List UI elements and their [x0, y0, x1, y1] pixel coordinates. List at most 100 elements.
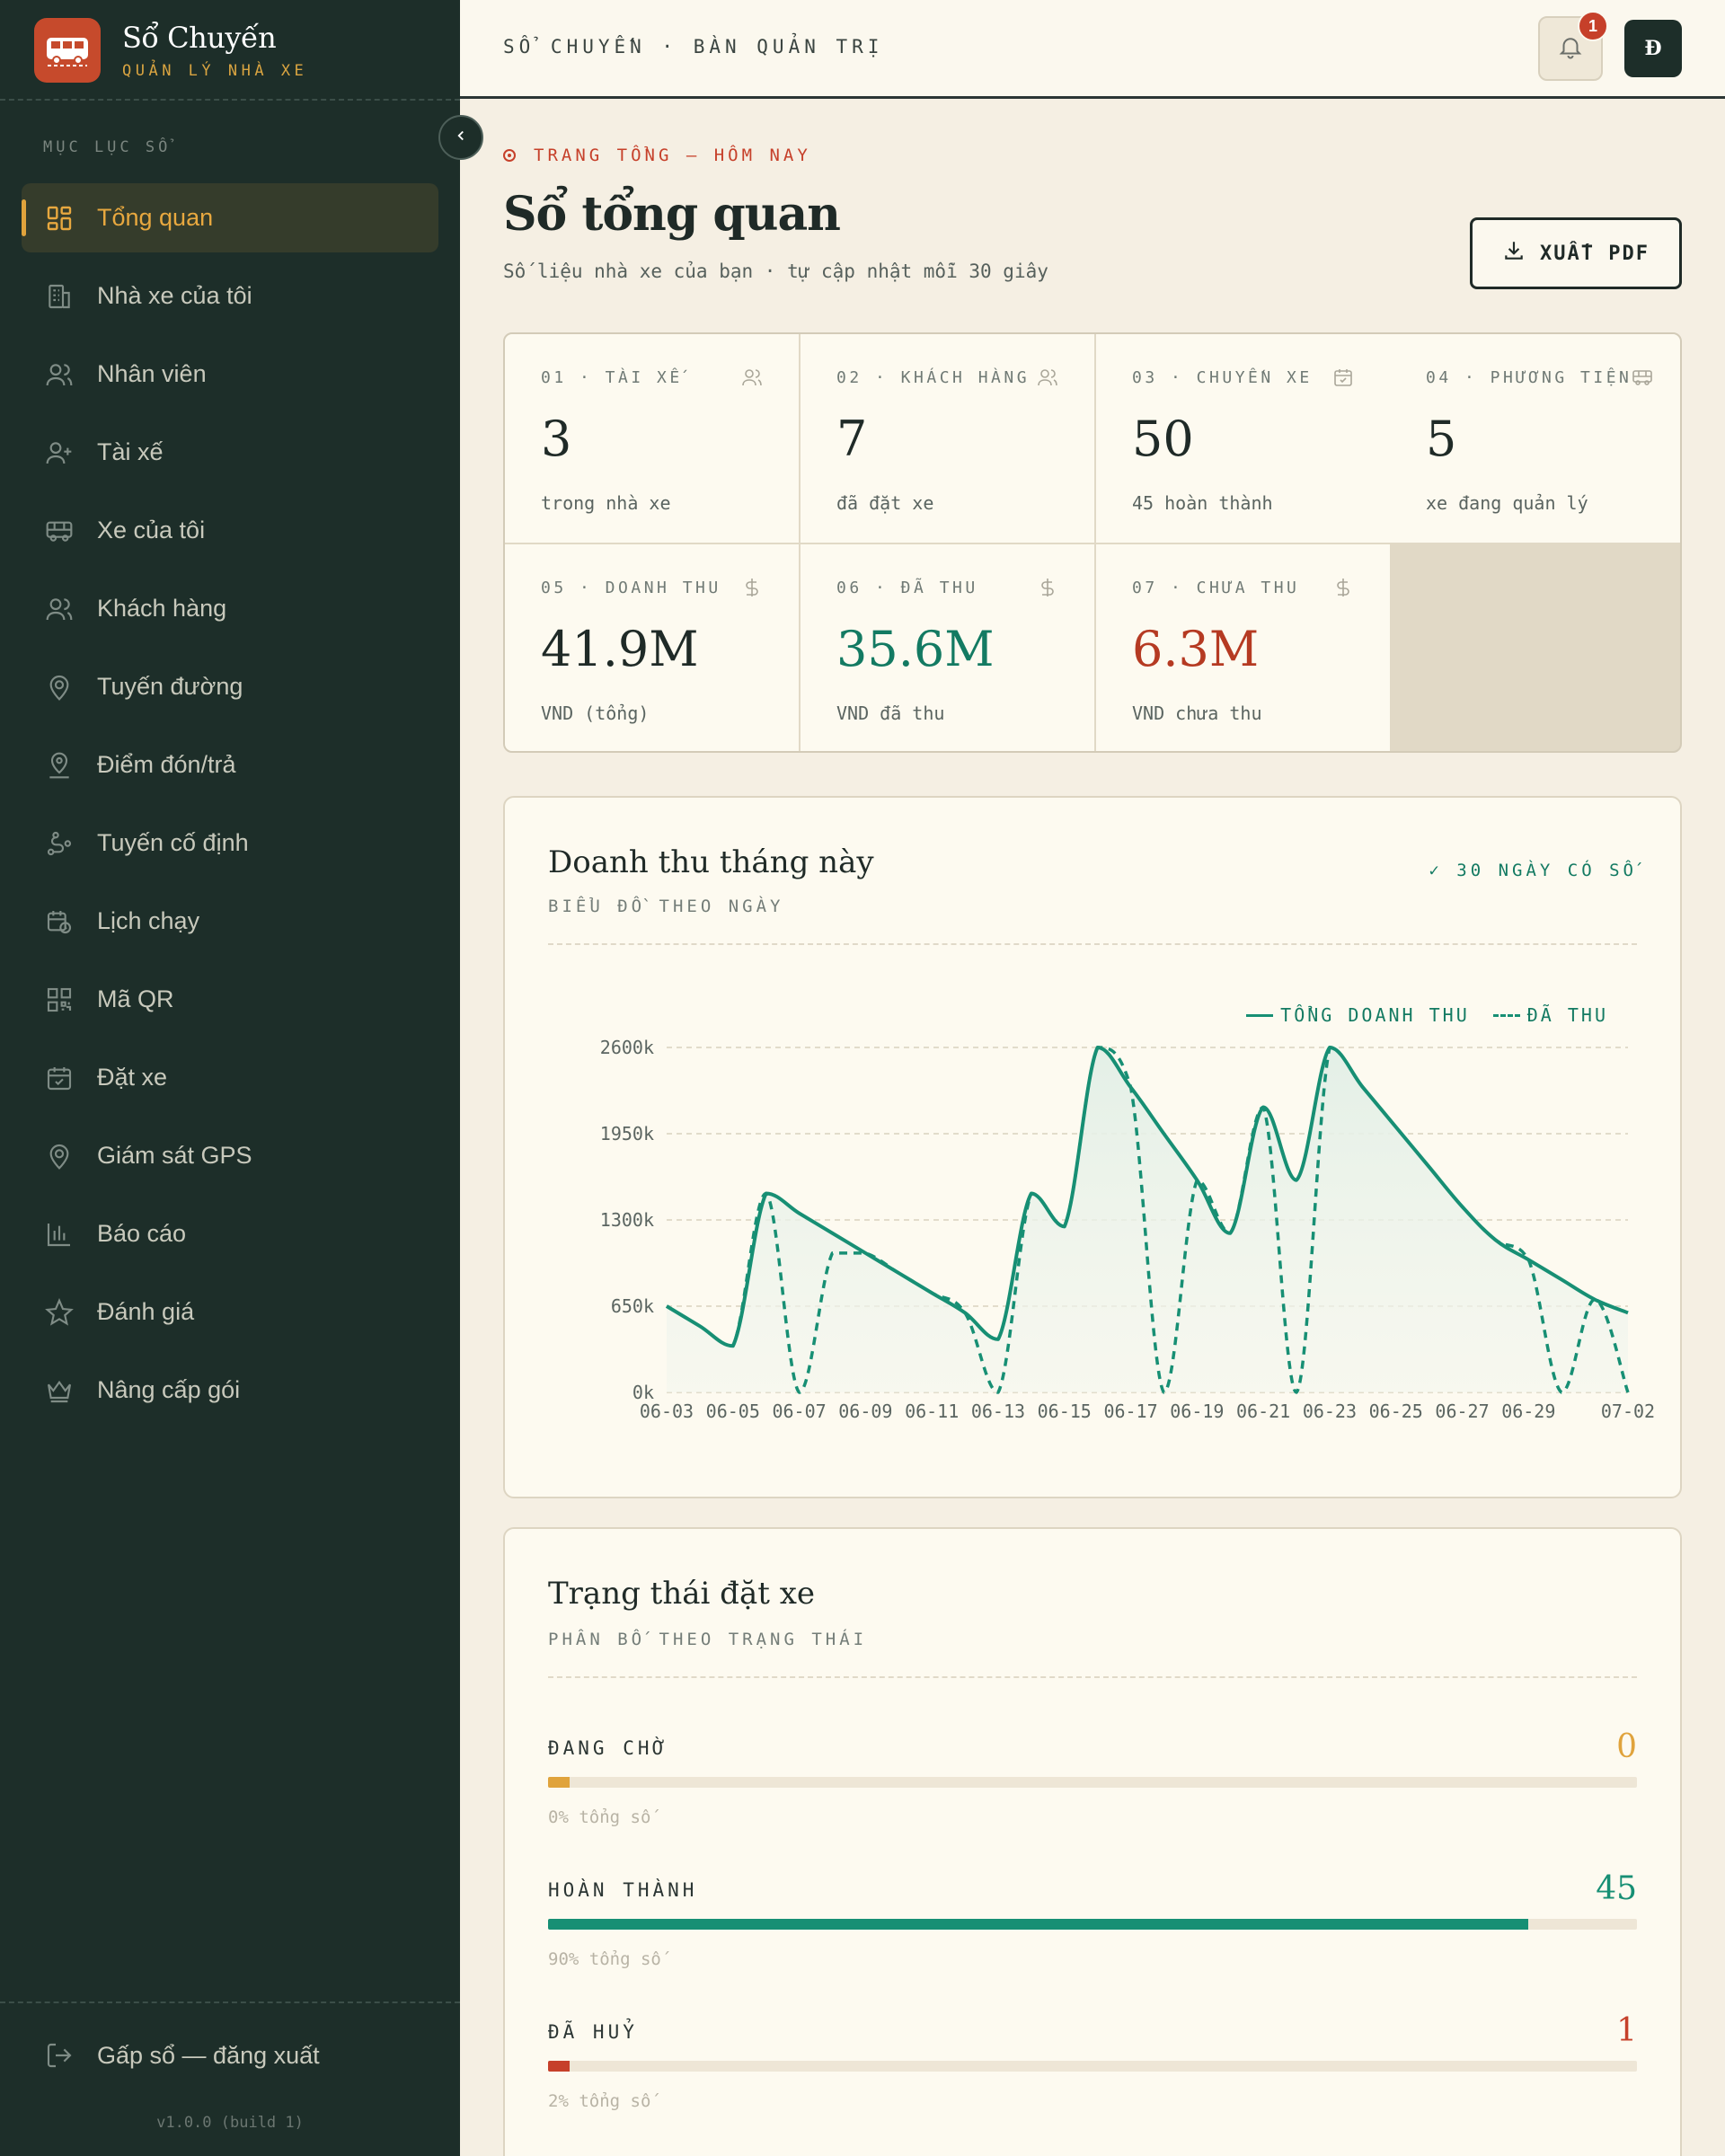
logout-button[interactable]: Gấp sổ — đăng xuất [43, 2039, 320, 2072]
sidebar-item-dat-xe[interactable]: Đặt xe [22, 1043, 438, 1112]
y-tick-label: 2600k [600, 1037, 654, 1058]
pin-user-icon [43, 749, 75, 782]
collapse-sidebar-button[interactable] [438, 115, 483, 160]
sidebar-item-label: Tuyến đường [97, 673, 243, 700]
sidebar-item-lich-chay[interactable]: Lịch chạy [22, 887, 438, 956]
sidebar-item-label: Đặt xe [97, 1064, 168, 1091]
stat-card-trips[interactable]: 03 · CHUYẾN XE 50 45 hoàn thành [1096, 334, 1390, 543]
sidebar-item-tong-quan[interactable]: Tổng quan [22, 183, 438, 252]
eyebrow-text: TRANG TỔNG — HÔM NAY [534, 146, 811, 165]
export-pdf-button[interactable]: XUẤT PDF [1470, 217, 1682, 289]
stat-value: 6.3M [1132, 621, 1260, 677]
booking-status-card: Trạng thái đặt xe PHÂN BỐ THEO TRẠNG THÁ… [503, 1527, 1682, 2156]
x-tick-label: 06-21 [1236, 1401, 1290, 1422]
stat-label: 07 · CHƯA THU [1132, 578, 1300, 597]
sidebar-item-label: Tổng quan [97, 204, 214, 231]
sidebar-item-nha-xe[interactable]: Nhà xe của tôi [22, 261, 438, 331]
revenue-card-badge: ✓ 30 NGÀY CÓ SỐ [1429, 861, 1637, 880]
series-line-1 [666, 1046, 1630, 1394]
sidebar-item-danh-gia[interactable]: Đánh giá [22, 1277, 438, 1347]
dollar-icon [741, 577, 763, 598]
users-icon [1037, 367, 1058, 388]
x-tick-label: 06-29 [1501, 1401, 1555, 1422]
bus-logo-icon [34, 18, 101, 83]
stat-card-uncollected[interactable]: 07 · CHƯA THU 6.3M VND chưa thu [1096, 544, 1390, 751]
y-tick-label: 1950k [600, 1123, 654, 1144]
sidebar-item-tuyen-duong[interactable]: Tuyến đường [22, 652, 438, 721]
calendar-check-icon [43, 1062, 75, 1094]
sidebar-item-bao-cao[interactable]: Báo cáo [22, 1199, 438, 1268]
logout-label: Gấp sổ — đăng xuất [97, 2041, 320, 2069]
x-tick-label: 06-05 [706, 1401, 760, 1422]
y-tick-label: 1300k [600, 1209, 654, 1231]
stat-card-drivers[interactable]: 01 · TÀI XẾ 3 trong nhà xe [505, 334, 799, 543]
avatar[interactable]: Đ [1624, 20, 1682, 77]
sidebar-item-xe[interactable]: Xe của tôi [22, 496, 438, 565]
stat-value: 35.6M [836, 621, 995, 677]
revenue-card-title: Doanh thu tháng này [548, 844, 874, 880]
qr-icon [43, 984, 75, 1016]
status-card-subtitle: PHÂN BỐ THEO TRẠNG THÁI [548, 1630, 868, 1649]
page-eyebrow: TRANG TỔNG — HÔM NAY [503, 146, 811, 165]
y-tick-label: 0k [632, 1382, 654, 1403]
sidebar-item-label: Giám sát GPS [97, 1142, 252, 1169]
x-tick-label: 06-19 [1170, 1401, 1224, 1422]
sidebar: Sổ Chuyến QUẢN LÝ NHÀ XE MỤC LỤC SỔ Tổng… [0, 0, 460, 2156]
sidebar-item-tai-xe[interactable]: Tài xế [22, 418, 438, 487]
dollar-icon [1037, 577, 1058, 598]
status-label: ĐANG CHỜ [548, 1737, 668, 1759]
status-count: 0 [1616, 1728, 1637, 1765]
revenue-card-subtitle: BIỂU ĐỒ THEO NGÀY [548, 897, 784, 916]
sidebar-item-tuyen-co-dinh[interactable]: Tuyến cố định [22, 808, 438, 878]
sidebar-item-nhan-vien[interactable]: Nhân viên [22, 340, 438, 409]
stat-card-collected[interactable]: 06 · ĐÃ THU 35.6M VND đã thu [801, 544, 1094, 751]
stat-note: 45 hoàn thành [1132, 492, 1273, 514]
stat-label: 04 · PHƯƠNG TIỆN [1426, 367, 1632, 387]
calendar-clock-icon [43, 906, 75, 938]
stat-card-revenue[interactable]: 05 · DOANH THU 41.9M VND (tổng) [505, 544, 799, 751]
x-tick-label: 06-11 [905, 1401, 959, 1422]
export-pdf-label: XUẤT PDF [1540, 242, 1650, 265]
sidebar-item-ma-qr[interactable]: Mã QR [22, 965, 438, 1034]
card-divider [548, 1676, 1637, 1678]
sidebar-item-label: Đánh giá [97, 1298, 195, 1325]
sidebar-divider [0, 99, 460, 101]
sidebar-item-khach-hang[interactable]: Khách hàng [22, 574, 438, 643]
bar-chart-icon [43, 1218, 75, 1250]
download-icon [1502, 239, 1540, 268]
sidebar-item-label: Điểm đón/trả [97, 751, 236, 778]
x-tick-label: 06-13 [971, 1401, 1025, 1422]
stat-card-vehicles[interactable]: 04 · PHƯƠNG TIỆN 5 xe đang quản lý [1390, 334, 1680, 543]
star-icon [43, 1296, 75, 1329]
stat-note: VND chưa thu [1132, 702, 1262, 724]
grid-icon [43, 202, 75, 234]
x-tick-label: 06-17 [1103, 1401, 1157, 1422]
sidebar-item-gps[interactable]: Giám sát GPS [22, 1121, 438, 1190]
map-pin-icon [43, 671, 75, 703]
chart-legend: TỔNG DOANH THU ĐÃ THU [1246, 1004, 1608, 1026]
chevron-left-icon [453, 128, 469, 147]
logout-icon [43, 2039, 75, 2072]
breadcrumb: SỔ CHUYẾN · BÀN QUẢN TRỊ [503, 36, 884, 57]
stat-label: 05 · DOANH THU [541, 578, 721, 597]
notification-button[interactable]: 1 [1538, 11, 1608, 81]
sidebar-item-diem-don-tra[interactable]: Điểm đón/trả [22, 730, 438, 800]
page-subtitle: Số liệu nhà xe của bạn · tự cập nhật mỗi… [503, 261, 1048, 282]
x-tick-label: 06-23 [1303, 1401, 1357, 1422]
status-percent: 0% tổng số [548, 1807, 651, 1827]
brand[interactable]: Sổ Chuyến QUẢN LÝ NHÀ XE [34, 18, 307, 83]
sidebar-item-label: Nâng cấp gói [97, 1376, 241, 1403]
stat-card-customers[interactable]: 02 · KHÁCH HÀNG 7 đã đặt xe [801, 334, 1094, 543]
legend-solid-swatch [1246, 1013, 1274, 1017]
stat-value: 50 [1132, 411, 1194, 467]
status-label: HOÀN THÀNH [548, 1879, 698, 1901]
live-dot-icon [503, 149, 516, 162]
x-tick-label: 06-25 [1369, 1401, 1423, 1422]
x-tick-label: 06-03 [640, 1401, 694, 1422]
x-tick-label: 06-27 [1435, 1401, 1489, 1422]
x-tick-label: 06-09 [838, 1401, 892, 1422]
sidebar-item-nang-cap[interactable]: Nâng cấp gói [22, 1356, 438, 1425]
status-bar-fill [548, 2061, 571, 2072]
stat-label: 06 · ĐÃ THU [836, 578, 978, 597]
stat-note: đã đặt xe [836, 492, 934, 514]
